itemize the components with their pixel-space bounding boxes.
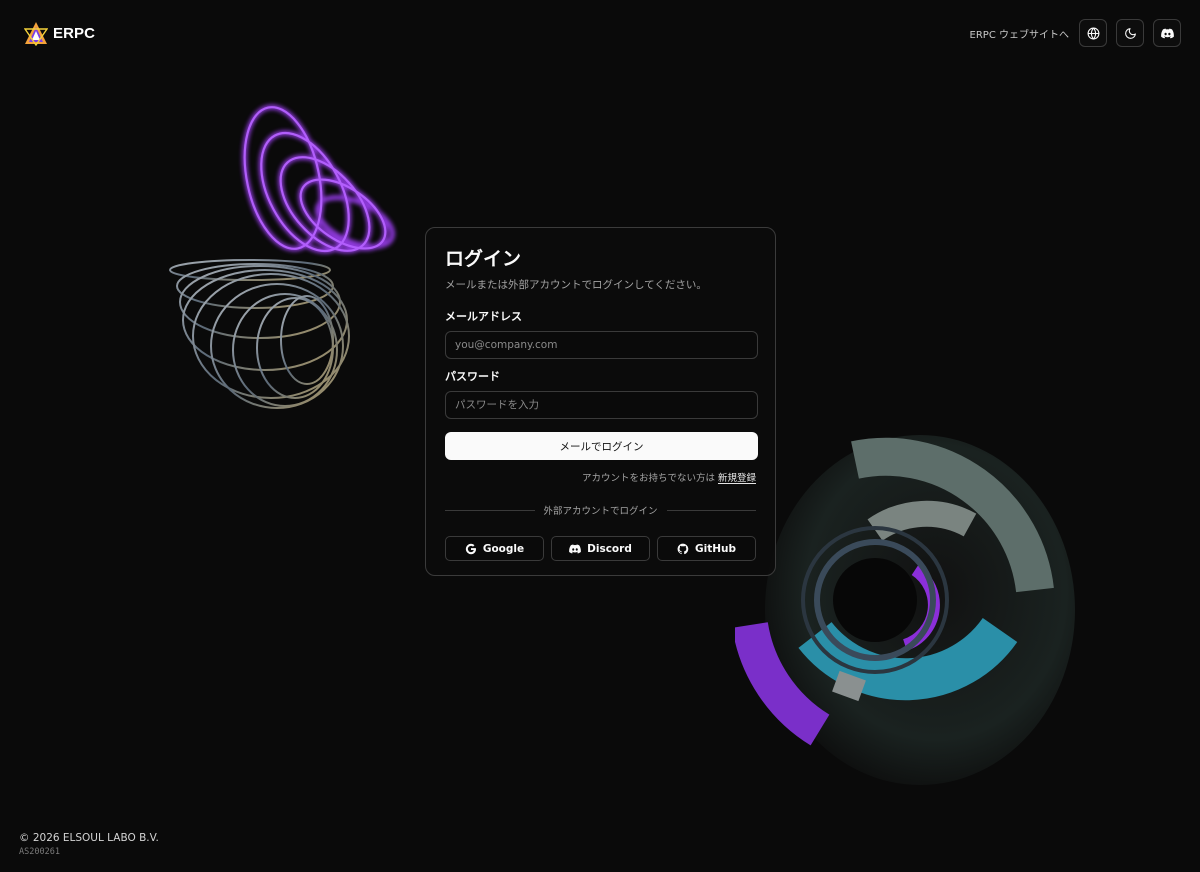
password-label: パスワード — [445, 370, 500, 383]
brand-name: ERPC — [53, 25, 96, 42]
email-login-button[interactable]: メールでログイン — [445, 432, 758, 460]
oauth-buttons: Google Discord GitHub — [445, 536, 756, 561]
github-login-button[interactable]: GitHub — [657, 536, 756, 561]
globe-icon — [1087, 27, 1099, 40]
signup-prompt: アカウントをお持ちでない方は — [581, 473, 715, 484]
header-actions: ERPC ウェブサイトへ — [970, 19, 1181, 47]
discord-label: Discord — [587, 542, 632, 555]
password-input[interactable] — [445, 391, 758, 419]
google-icon — [465, 543, 476, 554]
moon-icon — [1124, 27, 1136, 39]
login-title: ログイン — [445, 248, 522, 270]
theme-toggle-button[interactable] — [1116, 19, 1144, 47]
signup-row: アカウントをお持ちでない方は 新規登録 — [445, 472, 756, 485]
rings-artwork — [735, 435, 1075, 785]
signup-link[interactable]: 新規登録 — [718, 473, 756, 484]
google-label: Google — [482, 542, 525, 555]
github-label: GitHub — [694, 542, 736, 555]
divider-text: 外部アカウントでログイン — [543, 506, 658, 517]
discord-icon — [1160, 28, 1174, 38]
footer: © 2026 ELSOUL LABO B.V. AS200261 — [19, 831, 159, 857]
spring-artwork — [169, 104, 395, 409]
google-login-button[interactable]: Google — [445, 536, 544, 561]
login-description: メールまたは外部アカウントでログインしてください。 — [445, 279, 707, 291]
divider-line — [445, 509, 535, 511]
language-button[interactable] — [1079, 19, 1107, 47]
discord-button[interactable] — [1153, 19, 1181, 47]
email-input[interactable] — [445, 331, 758, 359]
discord-login-button[interactable]: Discord — [551, 536, 650, 561]
divider-line — [666, 509, 757, 511]
github-icon — [677, 543, 689, 554]
login-page: ERPC ERPC ウェブサイトへ ログイン メールまたは外部アカウントでログイ… — [0, 0, 1200, 872]
erpc-logo-icon — [24, 22, 48, 46]
email-label: メールアドレス — [445, 310, 522, 323]
copyright-text: © 2026 ELSOUL LABO B.V. — [19, 832, 159, 844]
asn-text: AS200261 — [19, 847, 60, 857]
website-link[interactable]: ERPC ウェブサイトへ — [970, 26, 1069, 41]
login-card: ログイン メールまたは外部アカウントでログインしてください。 メールアドレス パ… — [425, 227, 776, 576]
brand-logo-link[interactable]: ERPC — [24, 21, 95, 46]
discord-icon — [569, 544, 582, 553]
oauth-divider: 外部アカウントでログイン — [445, 503, 757, 517]
